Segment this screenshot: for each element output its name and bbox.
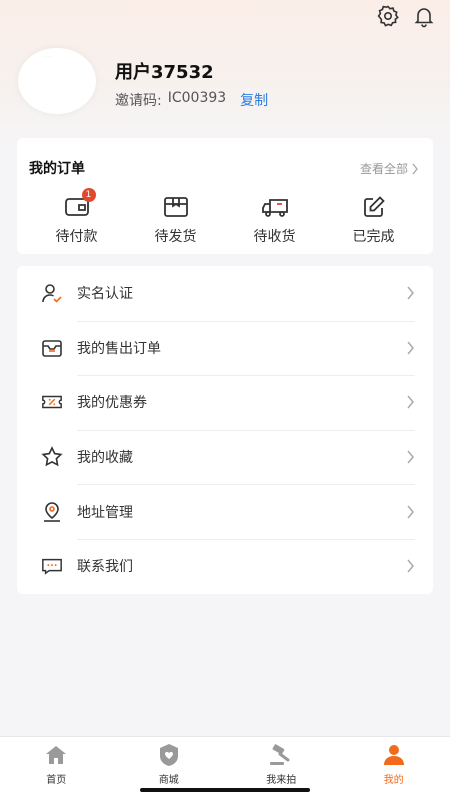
menu-item-label: 地址管理 xyxy=(77,504,133,521)
tab-mine[interactable]: 我的 xyxy=(338,737,450,800)
menu-item-real-name-verification[interactable]: 实名认证 xyxy=(17,266,433,321)
invite-code: IC00393 xyxy=(167,90,227,106)
profile-icon xyxy=(381,743,407,767)
tab-label: 首页 xyxy=(46,775,67,786)
tab-label: 商城 xyxy=(158,775,179,786)
menu-item-label: 我的收藏 xyxy=(77,450,133,467)
header-actions xyxy=(376,4,436,28)
invite-code-row: 邀请码: IC00393 复制 xyxy=(115,90,268,110)
chat-icon xyxy=(41,555,63,577)
order-item-label: 待付款 xyxy=(55,229,98,245)
menu-item-contact-us[interactable]: 联系我们 xyxy=(17,538,433,594)
location-icon xyxy=(41,501,63,523)
chevron-right-icon xyxy=(407,396,414,409)
menu-item-label: 我的优惠券 xyxy=(77,395,147,412)
sold-orders-icon xyxy=(41,337,63,359)
order-pending-shipment[interactable]: 待发货 xyxy=(141,194,211,246)
orders-card: 我的订单 查看全部 1 待付款 待发货 待收货 已完成 xyxy=(17,138,433,254)
chevron-right-icon xyxy=(407,505,414,519)
order-item-label: 待发货 xyxy=(154,229,197,245)
edit-icon xyxy=(360,194,388,220)
order-pending-receipt[interactable]: 待收货 xyxy=(240,194,310,246)
menu-card: 实名认证 我的售出订单 我的优惠券 我的收藏 地址管理 联系我们 xyxy=(17,266,433,594)
order-completed[interactable]: 已完成 xyxy=(339,194,409,246)
bell-icon[interactable] xyxy=(412,4,436,28)
order-item-label: 待收货 xyxy=(253,229,296,245)
menu-item-coupons[interactable]: 我的优惠券 xyxy=(17,375,433,430)
truck-icon xyxy=(261,194,289,220)
copy-button[interactable]: 复制 xyxy=(240,90,268,110)
tab-home[interactable]: 首页 xyxy=(0,737,113,800)
coupon-icon xyxy=(41,391,63,413)
menu-item-label: 联系我们 xyxy=(77,559,133,576)
username: 用户37532 xyxy=(115,62,214,83)
user-verified-icon xyxy=(41,282,63,304)
pending-payment-badge: 1 xyxy=(81,188,96,202)
order-pending-payment[interactable]: 1 待付款 xyxy=(42,188,112,246)
tab-label: 我的 xyxy=(383,775,404,786)
chevron-right-icon xyxy=(407,286,414,300)
orders-title: 我的订单 xyxy=(29,161,85,177)
star-icon xyxy=(41,446,63,468)
view-all-label: 查看全部 xyxy=(359,162,408,176)
chevron-right-icon xyxy=(412,163,418,174)
package-icon xyxy=(162,194,190,220)
menu-item-favorites[interactable]: 我的收藏 xyxy=(17,429,433,485)
chevron-right-icon xyxy=(407,559,414,573)
avatar[interactable]: · · · · · xyxy=(18,48,96,114)
settings-icon[interactable] xyxy=(376,4,400,28)
view-all-orders-link[interactable]: 查看全部 xyxy=(360,160,419,177)
invite-label: 邀请码: xyxy=(115,93,162,109)
tab-label: 我来拍 xyxy=(266,775,297,786)
menu-item-sold-orders[interactable]: 我的售出订单 xyxy=(17,320,433,376)
menu-item-address-management[interactable]: 地址管理 xyxy=(17,484,433,539)
mall-icon xyxy=(156,743,182,767)
home-indicator xyxy=(140,788,310,792)
chevron-right-icon xyxy=(407,341,414,355)
menu-item-label: 我的售出订单 xyxy=(77,340,161,357)
avatar-placeholder-mark: · · · · · xyxy=(44,54,53,58)
home-icon xyxy=(43,743,69,767)
auction-gavel-icon xyxy=(268,743,294,767)
chevron-right-icon xyxy=(407,450,414,464)
menu-item-label: 实名认证 xyxy=(77,286,133,303)
order-item-label: 已完成 xyxy=(352,229,395,245)
